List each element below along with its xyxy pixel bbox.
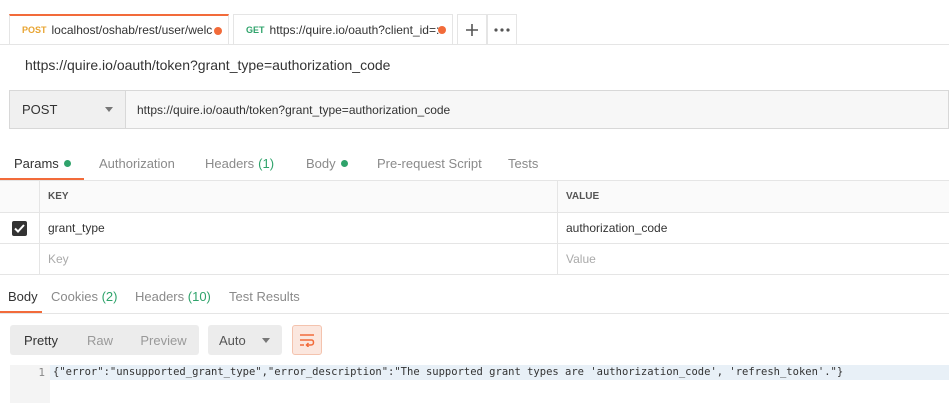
request-tab-post-welcome[interactable]: POST localhost/oshab/rest/user/welc — [9, 14, 229, 44]
request-tab-get-oauth[interactable]: GET https://quire.io/oauth?client_id=: — [233, 14, 453, 44]
tab-body[interactable]: Body — [306, 156, 348, 171]
raw-button[interactable]: Raw — [72, 325, 128, 355]
tab-headers[interactable]: Headers (1) — [205, 156, 274, 171]
params-table: KEY VALUE grant_type authorization_code … — [0, 181, 949, 275]
param-value-cell[interactable]: authorization_code — [558, 213, 949, 243]
tab-label: Headers — [205, 156, 255, 171]
tab-count: (1) — [258, 156, 275, 171]
tab-label: Body — [306, 156, 336, 171]
wrap-lines-button[interactable] — [292, 325, 322, 355]
chevron-down-icon — [262, 337, 270, 343]
unsaved-dot-icon — [438, 26, 446, 34]
plus-icon — [466, 23, 478, 36]
wrap-lines-icon — [300, 334, 315, 347]
param-key-cell[interactable]: grant_type — [40, 213, 558, 243]
format-value: Auto — [219, 332, 246, 348]
tab-tests[interactable]: Tests — [508, 156, 538, 171]
row-checkbox-cell — [0, 244, 40, 274]
new-tab-button[interactable] — [457, 14, 487, 44]
row-checkbox[interactable] — [12, 220, 27, 236]
new-key-input[interactable]: Key — [40, 244, 558, 274]
tab-url-label: localhost/oshab/rest/user/welc — [51, 23, 213, 37]
tab-params[interactable]: Params — [14, 156, 71, 171]
ellipsis-icon — [494, 27, 510, 32]
table-header-row: KEY VALUE — [0, 181, 949, 213]
tab-label: Params — [14, 156, 59, 171]
tab-count: (10) — [187, 289, 211, 304]
response-tab-cookies[interactable]: Cookies (2) — [51, 289, 117, 304]
tab-label: Test Results — [229, 289, 300, 304]
view-mode-segment: Pretty Raw Preview — [10, 325, 199, 355]
pretty-button[interactable]: Pretty — [10, 325, 72, 355]
new-value-input[interactable]: Value — [558, 244, 949, 274]
response-body-line[interactable]: {"error":"unsupported_grant_type","error… — [50, 365, 949, 380]
unsaved-dot-icon — [214, 27, 222, 35]
tab-method-label: POST — [22, 25, 47, 35]
value-column-header: VALUE — [566, 191, 600, 202]
tab-label: Pre-request Script — [377, 156, 482, 171]
checkbox-column-header — [0, 181, 40, 212]
response-tab-headers[interactable]: Headers (10) — [135, 289, 211, 304]
format-dropdown[interactable]: Auto — [208, 325, 282, 355]
tab-label: Body — [8, 289, 38, 304]
request-tab-bar: POST localhost/oshab/rest/user/welc GET … — [0, 0, 949, 48]
table-row-new: Key Value — [0, 244, 949, 275]
response-tab-body[interactable]: Body — [8, 289, 38, 304]
request-subtabs: Params Authorization Headers (1) Body Pre… — [0, 150, 949, 181]
url-input[interactable] — [126, 91, 948, 128]
request-title[interactable]: https://quire.io/oauth/token?grant_type=… — [25, 57, 390, 73]
response-tab-test-results[interactable]: Test Results — [229, 289, 300, 304]
green-dot-icon — [63, 160, 71, 167]
response-subtabs: Body Cookies (2) Headers (10) Test Resul… — [0, 282, 949, 314]
tab-authorization[interactable]: Authorization — [99, 156, 175, 171]
chevron-down-icon — [105, 107, 113, 112]
line-number: 1 — [38, 366, 45, 379]
tab-label: Headers — [135, 289, 185, 304]
green-dot-icon — [340, 160, 348, 167]
tab-bar-divider — [0, 44, 949, 45]
row-checkbox-cell — [0, 213, 40, 243]
key-column-header: KEY — [40, 181, 558, 212]
method-value: POST — [22, 102, 58, 117]
tab-label: Authorization — [99, 156, 175, 171]
more-tabs-button[interactable] — [487, 14, 517, 44]
preview-button[interactable]: Preview — [128, 325, 199, 355]
method-dropdown[interactable]: POST — [10, 91, 126, 128]
response-body-editor[interactable]: 1 {"error":"unsupported_grant_type","err… — [10, 365, 949, 403]
tab-label: Tests — [508, 156, 539, 171]
table-row: grant_type authorization_code — [0, 213, 949, 244]
tab-label: Cookies — [51, 289, 98, 304]
checkmark-icon — [14, 223, 25, 233]
tab-url-label: https://quire.io/oauth?client_id=: — [269, 22, 440, 37]
tab-count: (2) — [101, 289, 118, 304]
url-bar: POST — [9, 90, 949, 129]
response-tabs-divider — [0, 313, 949, 314]
tab-method-label: GET — [246, 24, 265, 35]
tab-pre-request-script[interactable]: Pre-request Script — [377, 156, 482, 171]
